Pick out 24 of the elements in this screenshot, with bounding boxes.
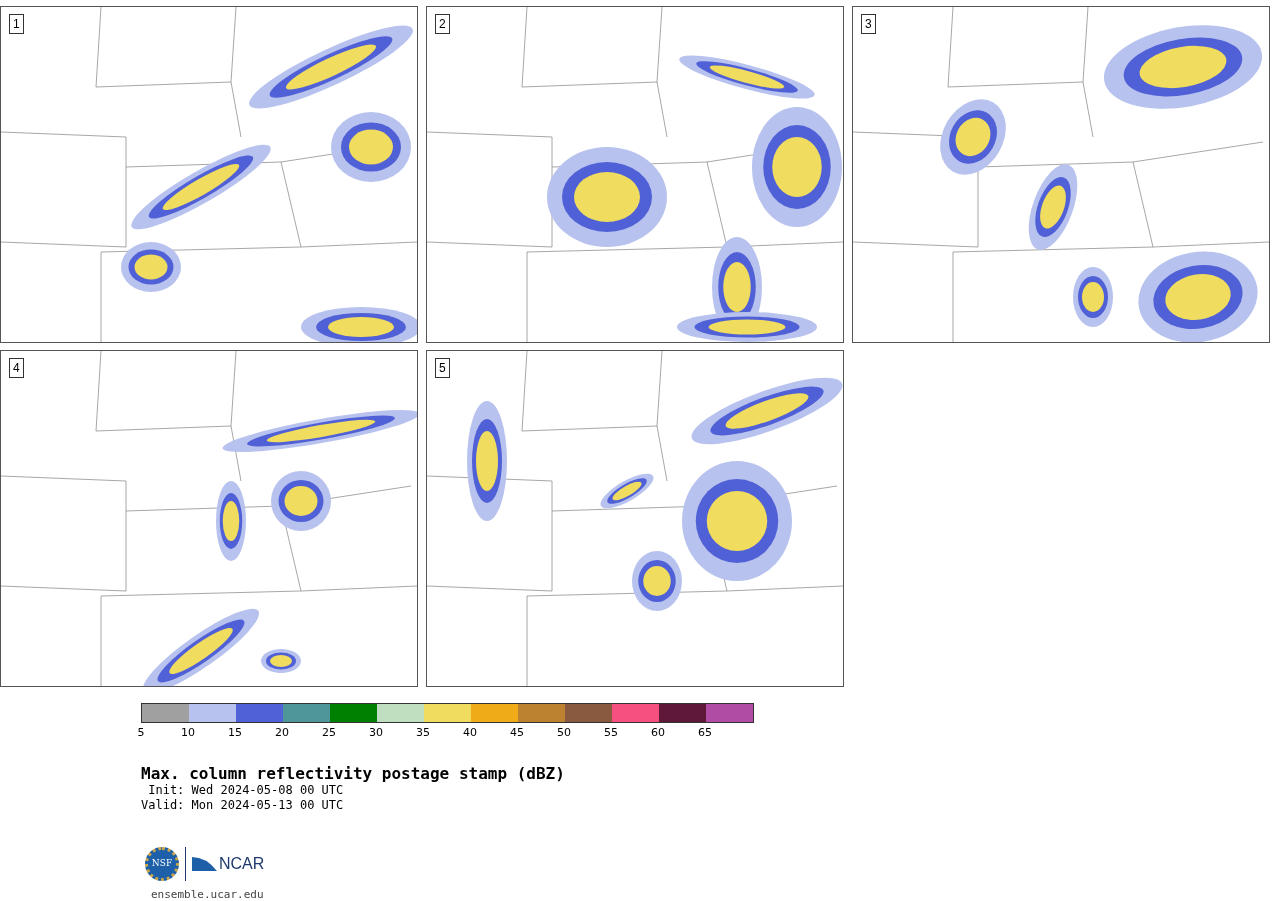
colorbar-tick-label: 25 [322, 727, 336, 739]
colorbar-tick-label: 50 [557, 727, 571, 739]
panel-number: 5 [435, 358, 450, 378]
colorbar-tick-label: 45 [510, 727, 524, 739]
panel-number: 4 [9, 358, 24, 378]
colorbar-tick-label: 30 [369, 727, 383, 739]
valid-time: Valid: Mon 2024-05-13 00 UTC [141, 798, 345, 813]
colorbar-tick-label: 60 [651, 727, 665, 739]
ncar-logo: NCAR [192, 855, 265, 873]
chart-title: Max. column reflectivity postage stamp (dBZ) [141, 765, 566, 783]
colorbar-tick-label: 15 [228, 727, 242, 739]
colorbar-tick-label: 40 [463, 727, 477, 739]
colorbar-tick-label: 65 [698, 727, 712, 739]
colorbar-tick-label: 20 [275, 727, 289, 739]
colorbar-tick-label: 35 [416, 727, 430, 739]
colorbar-tick-label: 5 [137, 727, 145, 739]
panel-number: 3 [861, 14, 876, 34]
website-link[interactable]: ensemble.ucar.edu [151, 887, 1280, 901]
init-time: Init: Wed 2024-05-08 00 UTC [147, 783, 345, 798]
colorbar-tick-label: 10 [181, 727, 195, 739]
panel-number: 1 [9, 14, 24, 34]
nsf-logo: NSF [145, 847, 179, 881]
panel-number: 2 [435, 14, 450, 34]
colorbar-tick-label: 55 [604, 727, 618, 739]
